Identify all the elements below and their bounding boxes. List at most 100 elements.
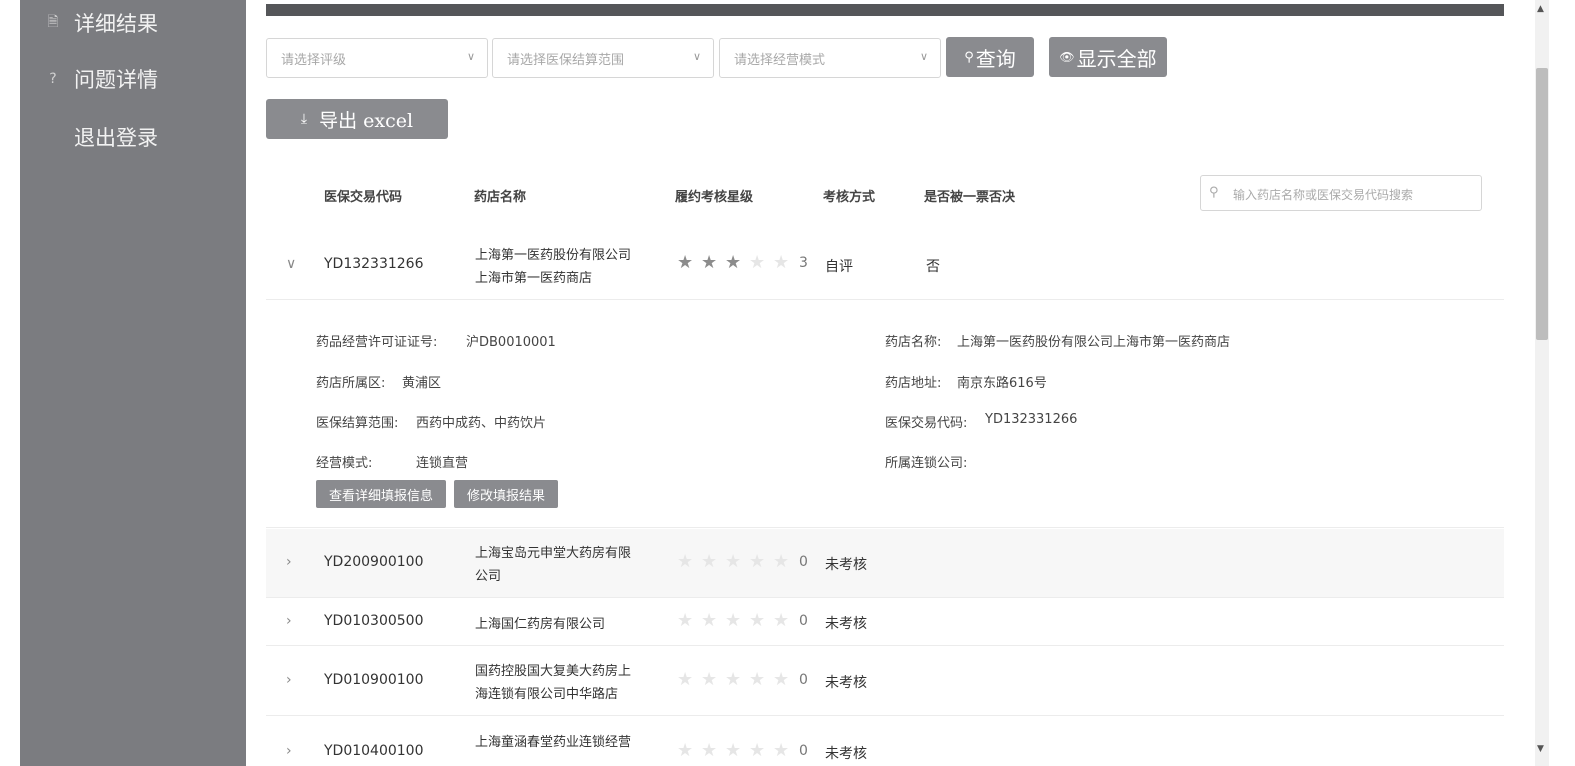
- star-icon: ★: [749, 669, 766, 690]
- address-value: 南京东路616号: [957, 376, 1047, 391]
- column-header-method: 考核方式: [823, 190, 876, 205]
- sidebar-item-issue-details[interactable]: ? 问题详情: [44, 62, 158, 96]
- star-icon: ★: [725, 551, 742, 572]
- row-method: 自评: [825, 259, 853, 275]
- row-method: 未考核: [825, 557, 867, 573]
- star-icon: ★: [773, 610, 790, 631]
- license-value: 沪DB0010001: [466, 335, 556, 350]
- code-value: YD132331266: [985, 412, 1078, 427]
- column-header-rating: 履约考核星级: [675, 190, 754, 205]
- star-count: 0: [799, 742, 808, 759]
- star-count: 3: [799, 254, 808, 271]
- star-icon: ★: [749, 740, 766, 761]
- table-row[interactable]: › YD010300500 上海国仁药房有限公司 ★ ★ ★ ★ ★ 0 未考核: [266, 598, 1504, 646]
- chevron-down-icon: ∨: [692, 50, 701, 63]
- search-icon: ⚲: [1209, 185, 1219, 200]
- star-icon: ★: [725, 740, 742, 761]
- export-excel-button[interactable]: ⤓ 导出 excel: [266, 99, 448, 139]
- sidebar-item-label: 退出登录: [74, 126, 158, 150]
- scroll-down-arrow-icon[interactable]: ▼: [1537, 744, 1544, 754]
- expand-chevron-icon[interactable]: ›: [286, 613, 292, 629]
- sidebar-item-detail-results[interactable]: 🗎 详细结果: [44, 6, 158, 40]
- row-code: YD010400100: [324, 743, 424, 759]
- expand-chevron-icon[interactable]: ›: [286, 554, 292, 570]
- search-icon: ⚲: [964, 49, 974, 65]
- star-icon: ★: [701, 551, 718, 572]
- row-name-line2: 公司: [475, 569, 502, 584]
- star-icon: ★: [749, 610, 766, 631]
- export-button-label: 导出 excel: [319, 109, 414, 132]
- chevron-down-icon: ∨: [919, 50, 928, 63]
- mode-value: 连锁直营: [416, 456, 469, 471]
- table-row[interactable]: › YD010400100 上海童涵春堂药业连锁经营 ★ ★ ★ ★ ★ 0 未考核: [266, 716, 1504, 766]
- scope-select[interactable]: 请选择医保结算范围 ∨: [492, 38, 714, 78]
- expand-chevron-icon[interactable]: ›: [286, 672, 292, 688]
- eye-icon: 👁: [1059, 50, 1075, 64]
- star-icon: ★: [725, 252, 742, 273]
- chevron-down-icon: ∨: [466, 50, 475, 63]
- row-name-line2: 上海市第一医药商店: [475, 271, 593, 286]
- top-bar: [266, 4, 1504, 16]
- star-icon: ★: [677, 669, 694, 690]
- scroll-up-arrow-icon[interactable]: ▲: [1537, 4, 1544, 14]
- column-header-veto: 是否被一票否决: [924, 190, 1016, 205]
- expand-chevron-icon[interactable]: ›: [286, 743, 292, 759]
- star-icon: ★: [749, 551, 766, 572]
- chain-label: 所属连锁公司:: [885, 456, 968, 471]
- question-icon: ?: [49, 71, 57, 87]
- star-icon: ★: [773, 740, 790, 761]
- star-icon: ★: [725, 669, 742, 690]
- sidebar: 🗎 详细结果 ? 问题详情 退出登录: [20, 0, 246, 766]
- star-rating: ★ ★ ★ ★ ★ 0: [677, 551, 808, 572]
- document-icon: 🗎: [47, 14, 59, 30]
- row-name-line1: 上海宝岛元申堂大药房有限: [475, 546, 632, 561]
- collapse-chevron-icon[interactable]: ∨: [286, 256, 296, 272]
- vertical-scrollbar[interactable]: ▲ ▼: [1535, 0, 1549, 766]
- show-all-button[interactable]: 👁 显示全部: [1049, 37, 1167, 77]
- store-name-value: 上海第一医药股份有限公司上海市第一医药商店: [957, 335, 1231, 350]
- main-content: 请选择评级 ∨ 请选择医保结算范围 ∨ 请选择经营模式 ∨ ⚲ 查询 👁 显示全…: [246, 0, 1535, 766]
- row-method: 未考核: [825, 616, 867, 632]
- mode-select[interactable]: 请选择经营模式 ∨: [719, 38, 941, 78]
- row-name-line1: 国药控股国大复美大药房上: [475, 664, 632, 679]
- row-code: YD010900100: [324, 672, 424, 688]
- district-value: 黄浦区: [402, 376, 442, 391]
- scrollbar-thumb[interactable]: [1536, 68, 1548, 340]
- row-method: 未考核: [825, 675, 867, 691]
- star-rating: ★ ★ ★ ★ ★ 0: [677, 610, 808, 631]
- edit-result-button[interactable]: 修改填报结果: [454, 480, 558, 508]
- table-search-input[interactable]: ⚲ 输入药店名称或医保交易代码搜索: [1200, 175, 1482, 211]
- row-method: 未考核: [825, 746, 867, 762]
- star-icon: ★: [773, 669, 790, 690]
- star-rating: ★ ★ ★ ★ ★ 0: [677, 669, 808, 690]
- mode-select-placeholder: 请选择经营模式: [734, 52, 826, 68]
- query-button-label: 查询: [975, 46, 1016, 71]
- view-details-button[interactable]: 查看详细填报信息: [316, 480, 446, 508]
- rating-select[interactable]: 请选择评级 ∨: [266, 38, 488, 78]
- row-code: YD132331266: [324, 256, 424, 272]
- district-label: 药店所属区:: [316, 376, 386, 391]
- row-code: YD010300500: [324, 613, 424, 629]
- table-search-placeholder: 输入药店名称或医保交易代码搜索: [1233, 188, 1414, 202]
- column-header-name: 药店名称: [474, 190, 527, 205]
- star-count: 0: [799, 612, 808, 629]
- table-row[interactable]: › YD200900100 上海宝岛元申堂大药房有限 公司 ★ ★ ★ ★ ★ 0 未考核: [266, 529, 1504, 598]
- row-code: YD200900100: [324, 554, 424, 570]
- star-icon: ★: [773, 252, 790, 273]
- column-header-code: 医保交易代码: [324, 190, 403, 205]
- table-row[interactable]: ∨ YD132331266 上海第一医药股份有限公司 上海市第一医药商店 ★ ★ ★…: [266, 232, 1504, 300]
- star-icon: ★: [725, 610, 742, 631]
- star-icon: ★: [701, 669, 718, 690]
- rating-select-placeholder: 请选择评级: [281, 52, 347, 68]
- table-row[interactable]: › YD010900100 国药控股国大复美大药房上 海连锁有限公司中华路店 ★…: [266, 646, 1504, 716]
- query-button[interactable]: ⚲ 查询: [946, 37, 1034, 77]
- star-icon: ★: [701, 252, 718, 273]
- sidebar-item-logout[interactable]: 退出登录: [44, 120, 158, 154]
- row-name-line2: 海连锁有限公司中华路店: [475, 687, 619, 702]
- address-label: 药店地址:: [885, 376, 942, 391]
- scope-label: 医保结算范围:: [316, 416, 399, 431]
- scope-select-placeholder: 请选择医保结算范围: [507, 52, 625, 68]
- row-name-line1: 上海童涵春堂药业连锁经营: [475, 735, 632, 750]
- star-count: 0: [799, 553, 808, 570]
- star-icon: ★: [701, 740, 718, 761]
